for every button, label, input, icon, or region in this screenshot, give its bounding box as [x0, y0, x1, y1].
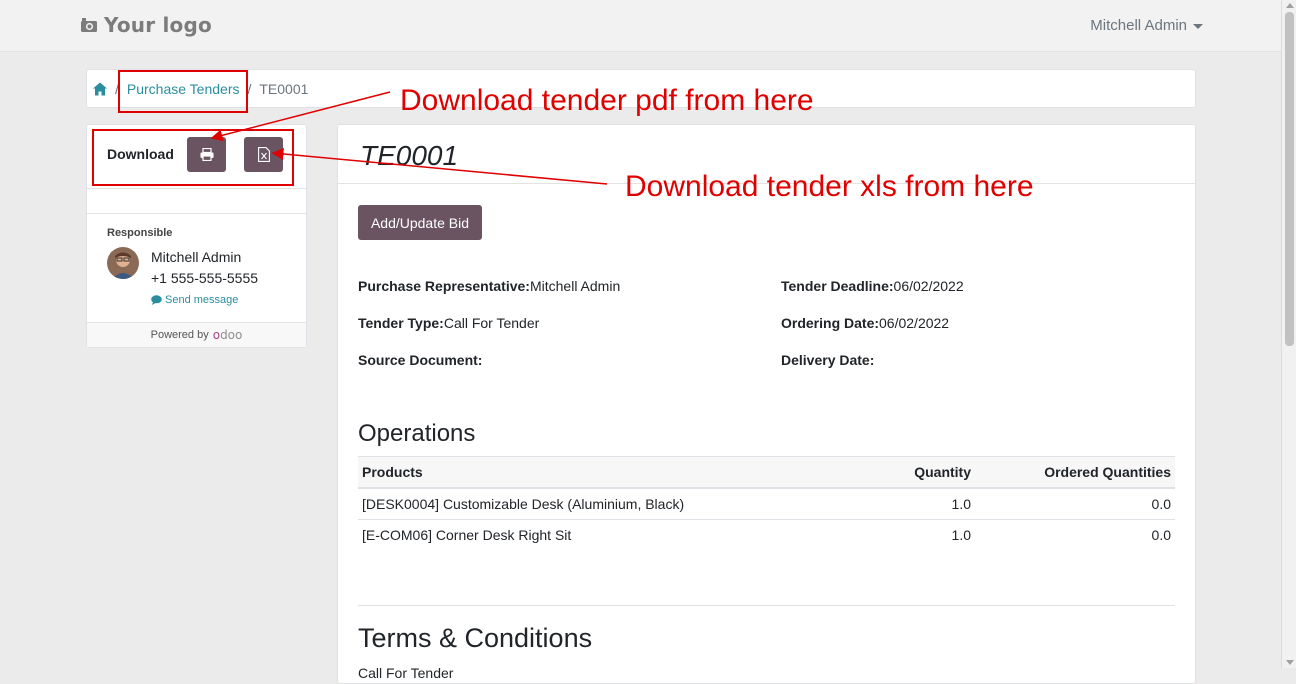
responsible-phone: +1 555-555-5555 [151, 270, 259, 286]
breadcrumb-current: TE0001 [259, 80, 309, 97]
product-cell: [E-COM06] Corner Desk Right Sit [362, 527, 572, 543]
field-label: Purchase Representative: [358, 278, 530, 294]
ordering-date-field: Ordering Date:06/02/2022 [781, 315, 949, 331]
user-name: Mitchell Admin [1090, 17, 1187, 34]
operations-title: Operations [358, 420, 476, 447]
terms-title: Terms & Conditions [358, 623, 593, 653]
scroll-thumb[interactable] [1285, 12, 1294, 346]
responsible-label: Responsible [107, 227, 173, 239]
field-label: Ordering Date: [781, 315, 880, 331]
tender-card: TE0001 Add/Update Bid Purchase Represent… [337, 124, 1196, 684]
field-value: 06/02/2022 [893, 278, 964, 294]
field-label: Tender Type: [358, 315, 444, 331]
quantity-cell: 1.0 [951, 527, 971, 543]
top-navbar: Your logo Mitchell Admin [0, 0, 1281, 52]
annotation-xls-note: Download tender xls from here [625, 170, 1034, 203]
table-row: [E-COM06] Corner Desk Right Sit 1.0 0.0 [358, 520, 1175, 551]
source-document-field: Source Document: [358, 352, 482, 368]
powered-by-label: Powered by [150, 329, 209, 341]
table-header-row: Products Quantity Ordered Quantities [358, 456, 1175, 489]
column-header-ordered: Ordered Quantities [975, 456, 1175, 489]
table-row: [DESK0004] Customizable Desk (Aluminium,… [358, 488, 1175, 520]
camera-icon [81, 18, 97, 32]
tender-deadline-field: Tender Deadline:06/02/2022 [781, 278, 964, 294]
product-cell: [DESK0004] Customizable Desk (Aluminium,… [358, 488, 855, 520]
column-header-products: Products [358, 456, 855, 489]
powered-by: Powered by odoo [87, 322, 306, 347]
ordered-cell: 0.0 [1151, 527, 1171, 543]
purchase-representative-field: Purchase Representative:Mitchell Admin [358, 278, 620, 294]
send-message-label: Send message [165, 294, 239, 306]
field-value: 06/02/2022 [879, 315, 950, 331]
annotation-pdf-note: Download tender pdf from here [400, 84, 814, 117]
breadcrumb-separator: / [247, 80, 252, 97]
home-icon[interactable] [93, 82, 107, 96]
responsible-name: Mitchell Admin [151, 249, 242, 265]
annotation-box-download [92, 129, 294, 186]
logo-text: Your logo [104, 13, 212, 37]
caret-down-icon [1193, 24, 1203, 29]
section-divider [358, 605, 1175, 606]
comment-icon [151, 295, 162, 305]
user-menu[interactable]: Mitchell Admin [1090, 17, 1203, 34]
avatar [107, 247, 139, 279]
terms-text: Call For Tender [358, 665, 454, 681]
odoo-logo[interactable]: odoo [213, 328, 243, 342]
logo[interactable]: Your logo [80, 13, 212, 37]
field-value: Call For Tender [443, 315, 540, 331]
field-label: Delivery Date: [781, 352, 875, 368]
scroll-down-icon[interactable] [1286, 660, 1294, 665]
scroll-up-icon[interactable] [1286, 3, 1294, 8]
delivery-date-field: Delivery Date: [781, 352, 874, 368]
operations-table: Products Quantity Ordered Quantities [DE… [358, 456, 1175, 550]
field-label: Tender Deadline: [781, 278, 894, 294]
field-label: Source Document: [358, 352, 483, 368]
tender-title: TE0001 [360, 140, 459, 171]
send-message-link[interactable]: Send message [151, 294, 238, 306]
quantity-cell: 1.0 [855, 488, 975, 520]
column-header-quantity: Quantity [855, 456, 975, 489]
ordered-cell: 0.0 [975, 488, 1175, 520]
tender-type-field: Tender Type:Call For Tender [358, 315, 539, 331]
page-scrollbar[interactable] [1281, 0, 1296, 668]
sidebar-divider [87, 189, 306, 214]
add-update-bid-button[interactable]: Add/Update Bid [358, 205, 482, 240]
field-value: Mitchell Admin [529, 278, 621, 294]
annotation-box-breadcrumb [118, 70, 248, 113]
